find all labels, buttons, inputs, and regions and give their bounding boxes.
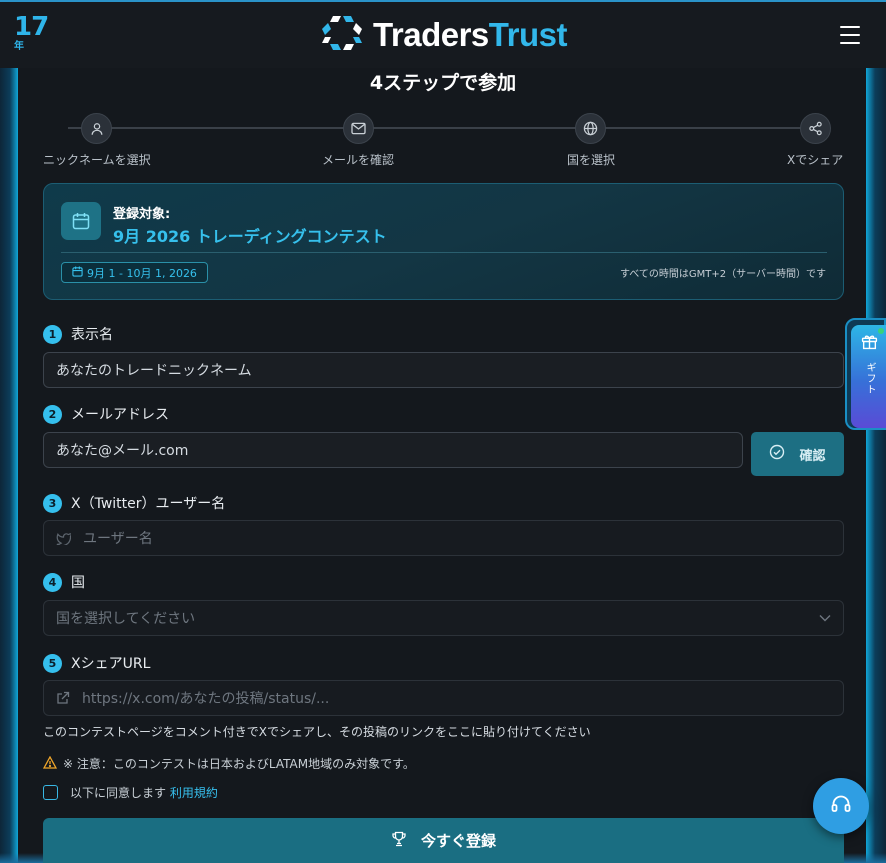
calendar-icon [61,202,101,240]
confirm-email-button[interactable]: 確認 [751,432,844,476]
gift-side-tab[interactable]: ギフト [845,318,886,430]
years-badge: 17 年 [14,12,49,52]
gift-tab-label: ギフト [864,362,875,395]
step-1-user-icon [81,113,112,144]
register-now-button[interactable]: 今すぐ登録 [43,818,844,863]
warning-triangle-icon [42,755,58,772]
country-label-text: 国 [71,575,85,591]
trophy-icon [391,831,407,851]
terms-agreement: 以下に同意します 利用規約 [43,784,218,801]
email-placeholder: あなた@メール.com [56,443,189,459]
contest-dates-badge: 9月 1 - 10月 1, 2026 [61,262,208,283]
display-name-label: 1 表示名 [43,324,113,344]
step-number-badge: 3 [43,493,62,513]
country-label: 4 国 [43,572,85,592]
chevron-down-icon [819,610,831,626]
step-2-label: メールを確認 [322,153,395,167]
share-url-label-text: XシェアURL [71,656,151,672]
contest-title: 9月 2026 トレーディングコンテスト [113,227,387,246]
step-3-globe-icon [575,113,606,144]
step-number-badge: 4 [43,572,62,592]
notification-dot [878,328,884,334]
contest-info-card: 登録対象: 9月 2026 トレーディングコンテスト 9月 1 - 10月 1,… [43,183,844,300]
gift-tab-inner: ギフト [851,325,886,428]
gift-icon [861,333,878,354]
share-url-input[interactable]: https://x.com/あなたの投稿/status/... [43,680,844,716]
brand-logo[interactable]: TradersTrust [319,13,567,57]
years-unit: 年 [14,41,24,52]
email-label-text: メールアドレス [71,407,169,423]
step-2-mail-icon [343,113,374,144]
external-link-icon [56,691,70,705]
display-name-input[interactable]: あなたのトレードニックネーム [43,352,844,388]
register-button-label: 今すぐ登録 [420,832,496,850]
logo-icon [319,13,365,57]
share-url-label: 5 XシェアURL [43,653,150,673]
country-select[interactable]: 国を選択してください [43,600,844,636]
contest-label: 登録対象: [113,207,171,222]
twitter-label: 3 X（Twitter）ユーザー名 [43,493,225,513]
warning-text: ※ 注意：このコンテストは日本およびLATAM地域のみ対象です。 [63,757,415,771]
step-4-share-icon [800,113,831,144]
step-1-label: ニックネームを選択 [43,153,151,167]
brand-name-part1: Traders [373,16,489,53]
share-url-placeholder: https://x.com/あなたの投稿/status/... [82,691,330,707]
headset-icon [830,793,852,819]
check-circle-icon [769,444,785,464]
country-placeholder: 国を選択してください [56,611,196,627]
twitter-label-text: X（Twitter）ユーザー名 [71,496,226,512]
years-number: 17 [14,12,49,42]
region-warning: ※ 注意：このコンテストは日本およびLATAM地域のみ対象です。 [42,755,415,772]
contest-dates: 9月 1 - 10月 1, 2026 [87,266,197,280]
small-calendar-icon [72,265,83,280]
support-headset-button[interactable] [813,778,869,834]
top-bar: 17 年 TradersTrust [0,0,886,68]
side-glow-left [0,68,18,863]
step-number-badge: 2 [43,404,62,424]
share-hint-text: このコンテストページをコメント付きでXでシェアし、その投稿のリンクをここに貼り付… [43,725,591,739]
twitter-placeholder: ユーザー名 [83,531,153,547]
brand-name: TradersTrust [373,16,567,54]
terms-link[interactable]: 利用規約 [170,786,218,800]
page-title: 4ステップで参加 [369,72,517,94]
confirm-button-label: 確認 [799,448,826,464]
display-name-placeholder: あなたのトレードニックネーム [56,363,252,379]
brand-name-part2: Trust [488,16,568,53]
step-number-badge: 5 [43,653,62,673]
timezone-note: すべての時間はGMT+2（サーバー時間）です [619,269,826,280]
agree-text: 以下に同意します [70,786,167,800]
side-glow-right [866,68,886,863]
step-number-badge: 1 [43,324,62,344]
step-3-label: 国を選択 [567,153,616,167]
twitter-username-input[interactable]: ユーザー名 [43,520,844,556]
card-divider [61,252,827,253]
steps-connector-line [68,127,818,129]
step-4-label: Xでシェア [787,153,844,167]
agree-checkbox[interactable] [43,785,58,800]
email-input[interactable]: あなた@メール.com [43,432,743,468]
display-name-label-text: 表示名 [71,327,113,343]
twitter-bird-icon [56,532,71,545]
email-label: 2 メールアドレス [43,404,169,424]
hamburger-menu-icon[interactable] [840,26,860,44]
